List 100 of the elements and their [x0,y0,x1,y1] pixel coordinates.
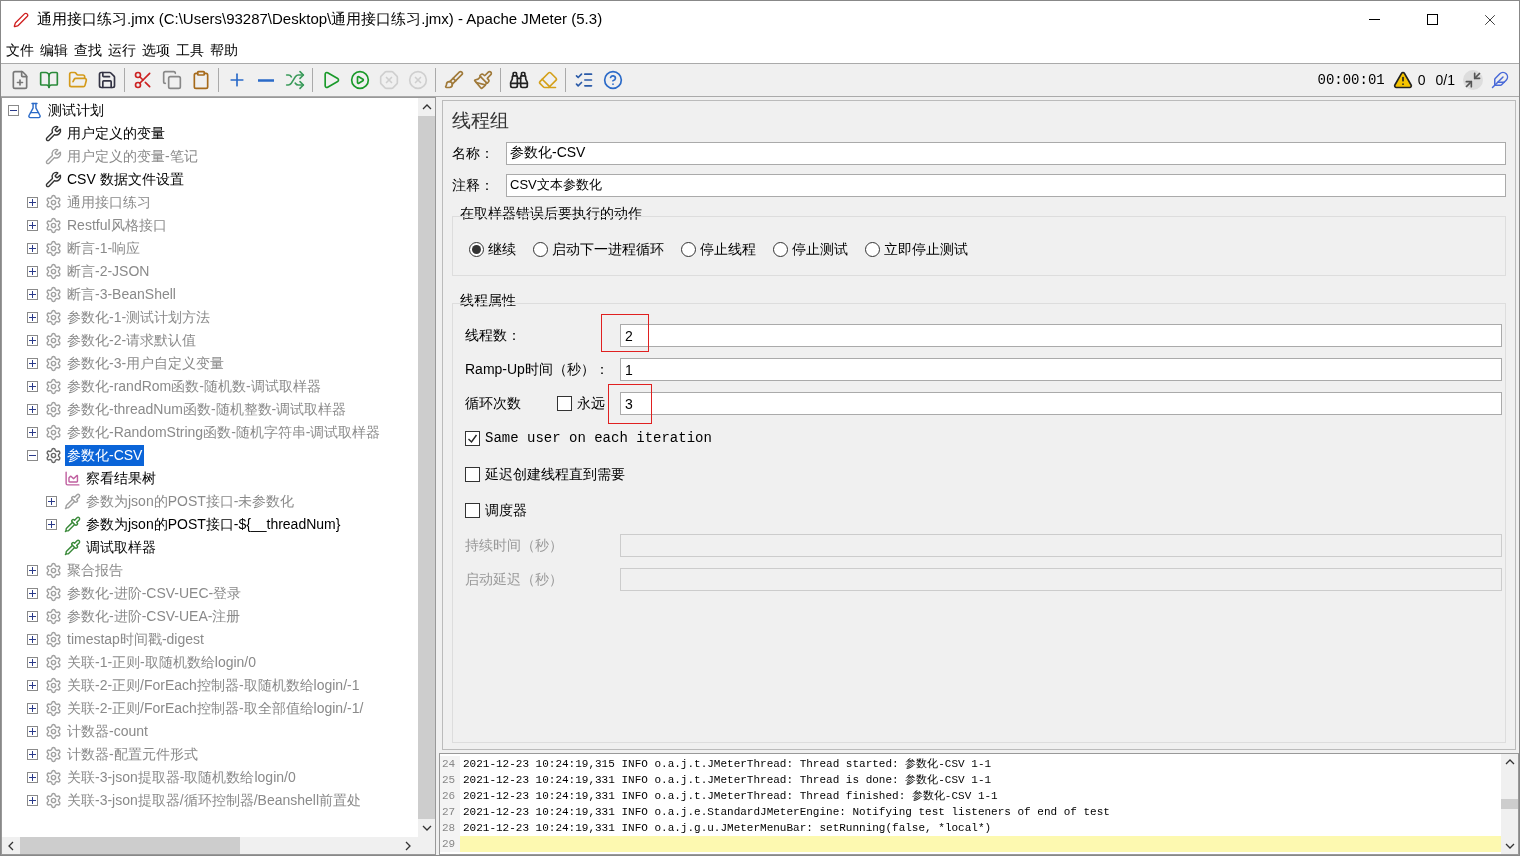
menu-item[interactable]: 选项 [139,40,173,61]
field-label: Ramp-Up时间（秒）： [465,360,610,379]
expand-toggle[interactable] [27,404,38,415]
tree-item[interactable]: 参数为json的POST接口-${__threadNum} [84,514,343,535]
tree-item[interactable]: 参数化-进阶-CSV-UEC-登录 [65,583,244,604]
radio-label: 启动下一进程循环 [552,240,664,259]
tree-item[interactable]: 用户定义的变量-笔记 [65,146,200,167]
radio-button[interactable] [681,242,696,257]
menu-item[interactable]: 查找 [71,40,105,61]
expand-toggle[interactable] [27,749,38,760]
tree-item[interactable]: 察看结果树 [84,468,158,489]
tree-item[interactable]: 断言-3-BeanShell [65,284,178,305]
tree-item[interactable]: 参数化-RandomString函数-随机字符串-调试取样器 [65,422,383,443]
expand-toggle[interactable] [46,519,57,530]
expand-toggle[interactable] [27,427,38,438]
threads-field[interactable]: 2 [620,324,1502,347]
menu-item[interactable]: 工具 [173,40,207,61]
tree-item[interactable]: 用户定义的变量 [65,123,167,144]
tree-item[interactable]: Restful风格接口 [65,215,169,236]
tree-item[interactable]: 参数化-CSV [65,445,145,466]
tree-item[interactable]: 关联-3-json提取器-取随机数给login/0 [65,767,298,788]
field-label: 循环次数 [465,394,522,413]
chevron-up-icon[interactable] [1504,759,1515,765]
chevron-down-icon[interactable] [1504,843,1515,849]
vertical-scrollbar[interactable] [418,98,435,837]
expand-toggle[interactable] [27,312,38,323]
tree-item[interactable]: CSV 数据文件设置 [65,169,186,190]
tree-item[interactable]: 测试计划 [46,100,106,121]
checkbox[interactable] [465,431,480,446]
menu-item[interactable]: 文件 [3,40,37,61]
checkbox[interactable] [465,467,480,482]
tree-item[interactable]: 参数化-进阶-CSV-UEA-注册 [65,606,243,627]
vertical-scrollbar[interactable] [1501,754,1518,854]
checkbox[interactable] [557,396,572,411]
name-field[interactable]: 参数化-CSV [506,141,1506,165]
tree-item[interactable]: 通用接口练习 [65,192,153,213]
menu-item[interactable]: 运行 [105,40,139,61]
tree-item[interactable]: 参数化-1-测试计划方法 [65,307,213,328]
tree-item[interactable]: 计数器-count [65,721,150,742]
menu-item[interactable]: 帮助 [207,40,241,61]
radio-button[interactable] [533,242,548,257]
expand-toggle[interactable] [27,197,38,208]
field-label: 启动延迟（秒） [465,570,564,589]
expand-toggle[interactable] [27,703,38,714]
collapse-toggle[interactable] [8,105,19,116]
scrollbar-thumb[interactable] [1501,799,1518,809]
radio-button[interactable] [469,242,484,257]
menu-item[interactable]: 编辑 [37,40,71,61]
expand-toggle[interactable] [27,220,38,231]
expand-toggle[interactable] [27,565,38,576]
tree-item[interactable]: 参数化-threadNum函数-随机整数-调试取样器 [65,399,349,420]
chevron-up-icon[interactable] [421,104,432,110]
comment-field[interactable]: CSV文本参数化 [506,173,1506,197]
expand-toggle[interactable] [27,243,38,254]
tree-item[interactable]: 参数化-2-请求默认值 [65,330,199,351]
radio-label: 停止线程 [700,240,756,259]
rampup-field[interactable]: 1 [620,358,1502,381]
expand-toggle[interactable] [27,266,38,277]
tree-item[interactable]: 参数化-3-用户自定义变量 [65,353,227,374]
toggle-icon [284,70,305,90]
loop-count-field[interactable]: 3 [620,392,1502,415]
expand-toggle[interactable] [27,358,38,369]
chevron-down-icon[interactable] [421,825,432,831]
tree-item[interactable]: 关联-1-正则-取随机数给login/0 [65,652,259,673]
radio-button[interactable] [773,242,788,257]
expand-toggle[interactable] [27,657,38,668]
expand-toggle[interactable] [27,795,38,806]
elapsed-time: 00:00:01 [1317,70,1385,90]
expand-toggle[interactable] [27,680,38,691]
warning-icon[interactable] [1392,70,1413,90]
radio-label: 立即停止测试 [884,240,968,259]
log-line: 2021-12-23 10:24:19,331 INFO o.a.j.t.JMeterThread: Thread is done: 参数化-CSV 1-1 [462,773,992,788]
copy-icon [161,70,182,90]
tree-item[interactable]: 计数器-配置元件形式 [65,744,200,765]
expand-toggle[interactable] [46,496,57,507]
expand-toggle[interactable] [27,634,38,645]
expand-toggle[interactable] [27,381,38,392]
collapse-toggle[interactable] [27,450,38,461]
expand-toggle[interactable] [27,726,38,737]
chevron-left-icon[interactable] [8,840,14,851]
expand-toggle[interactable] [27,772,38,783]
tree-item[interactable]: timestap时间戳-digest [65,629,206,650]
tree-item[interactable]: 关联-3-json提取器/循环控制器/Beanshell前置处 [65,790,364,811]
expand-toggle[interactable] [27,289,38,300]
tree-item[interactable]: 关联-2-正则/ForEach控制器-取全部值给login/-1/ [65,698,366,719]
tree-item[interactable]: 断言-2-JSON [65,261,152,282]
expand-toggle[interactable] [27,611,38,622]
tree-item[interactable]: 关联-2-正则/ForEach控制器-取随机数给login/-1 [65,675,362,696]
expand-toggle[interactable] [27,335,38,346]
checkbox[interactable] [465,503,480,518]
tree-item[interactable]: 参数为json的POST接口-未参数化 [84,491,297,512]
horizontal-scrollbar[interactable] [2,837,435,854]
tree-item[interactable]: 聚合报告 [65,560,125,581]
radio-button[interactable] [865,242,880,257]
scissors-icon [132,70,153,90]
chevron-right-icon[interactable] [405,840,411,851]
tree-item[interactable]: 参数化-randRom函数-随机数-调试取样器 [65,376,323,397]
tree-item[interactable]: 调试取样器 [84,537,158,558]
expand-toggle[interactable] [27,588,38,599]
tree-item[interactable]: 断言-1-响应 [65,238,143,259]
